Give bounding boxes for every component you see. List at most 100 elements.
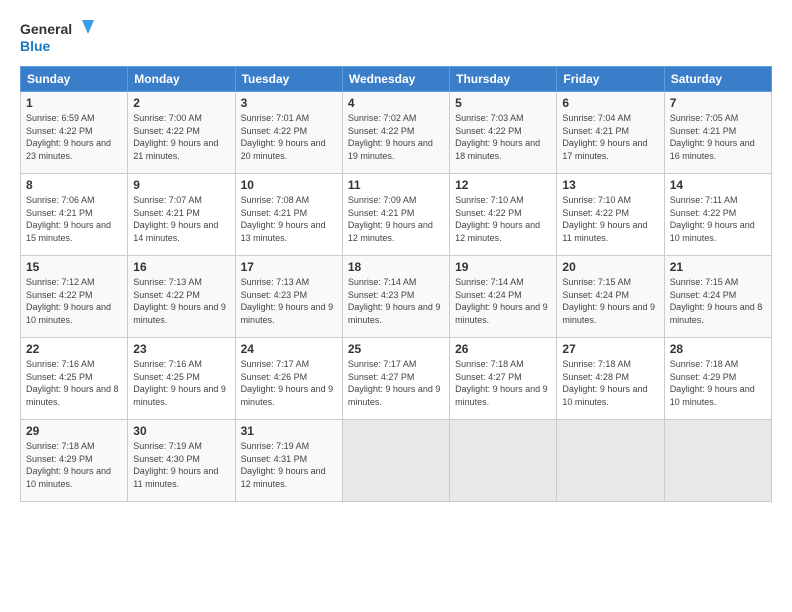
calendar: SundayMondayTuesdayWednesdayThursdayFrid… [20, 66, 772, 502]
day-info: Sunrise: 7:02 AM Sunset: 4:22 PM Dayligh… [348, 112, 444, 162]
day-cell: 14 Sunrise: 7:11 AM Sunset: 4:22 PM Dayl… [664, 174, 771, 256]
header-cell-friday: Friday [557, 67, 664, 92]
day-number: 15 [26, 260, 122, 274]
header-row: SundayMondayTuesdayWednesdayThursdayFrid… [21, 67, 772, 92]
day-number: 2 [133, 96, 229, 110]
day-cell: 11 Sunrise: 7:09 AM Sunset: 4:21 PM Dayl… [342, 174, 449, 256]
day-number: 30 [133, 424, 229, 438]
day-info: Sunrise: 7:18 AM Sunset: 4:29 PM Dayligh… [670, 358, 766, 408]
day-number: 24 [241, 342, 337, 356]
day-info: Sunrise: 7:12 AM Sunset: 4:22 PM Dayligh… [26, 276, 122, 326]
day-cell: 12 Sunrise: 7:10 AM Sunset: 4:22 PM Dayl… [450, 174, 557, 256]
day-info: Sunrise: 7:16 AM Sunset: 4:25 PM Dayligh… [133, 358, 229, 408]
svg-text:General: General [20, 21, 72, 37]
day-cell: 7 Sunrise: 7:05 AM Sunset: 4:21 PM Dayli… [664, 92, 771, 174]
day-cell: 30 Sunrise: 7:19 AM Sunset: 4:30 PM Dayl… [128, 420, 235, 502]
day-info: Sunrise: 7:06 AM Sunset: 4:21 PM Dayligh… [26, 194, 122, 244]
day-number: 17 [241, 260, 337, 274]
day-cell: 20 Sunrise: 7:15 AM Sunset: 4:24 PM Dayl… [557, 256, 664, 338]
day-number: 29 [26, 424, 122, 438]
day-info: Sunrise: 7:17 AM Sunset: 4:27 PM Dayligh… [348, 358, 444, 408]
day-info: Sunrise: 7:17 AM Sunset: 4:26 PM Dayligh… [241, 358, 337, 408]
day-cell: 26 Sunrise: 7:18 AM Sunset: 4:27 PM Dayl… [450, 338, 557, 420]
day-info: Sunrise: 7:14 AM Sunset: 4:23 PM Dayligh… [348, 276, 444, 326]
header-cell-monday: Monday [128, 67, 235, 92]
week-row-4: 22 Sunrise: 7:16 AM Sunset: 4:25 PM Dayl… [21, 338, 772, 420]
day-info: Sunrise: 7:14 AM Sunset: 4:24 PM Dayligh… [455, 276, 551, 326]
day-cell: 10 Sunrise: 7:08 AM Sunset: 4:21 PM Dayl… [235, 174, 342, 256]
day-number: 10 [241, 178, 337, 192]
week-row-1: 1 Sunrise: 6:59 AM Sunset: 4:22 PM Dayli… [21, 92, 772, 174]
day-number: 31 [241, 424, 337, 438]
day-number: 5 [455, 96, 551, 110]
day-info: Sunrise: 7:04 AM Sunset: 4:21 PM Dayligh… [562, 112, 658, 162]
svg-text:Blue: Blue [20, 38, 51, 54]
day-cell: 16 Sunrise: 7:13 AM Sunset: 4:22 PM Dayl… [128, 256, 235, 338]
day-cell [450, 420, 557, 502]
day-number: 21 [670, 260, 766, 274]
day-cell: 4 Sunrise: 7:02 AM Sunset: 4:22 PM Dayli… [342, 92, 449, 174]
day-number: 13 [562, 178, 658, 192]
day-number: 14 [670, 178, 766, 192]
day-cell: 22 Sunrise: 7:16 AM Sunset: 4:25 PM Dayl… [21, 338, 128, 420]
header-cell-saturday: Saturday [664, 67, 771, 92]
logo-svg: General Blue [20, 16, 100, 58]
day-cell: 19 Sunrise: 7:14 AM Sunset: 4:24 PM Dayl… [450, 256, 557, 338]
day-number: 9 [133, 178, 229, 192]
day-number: 1 [26, 96, 122, 110]
day-cell: 17 Sunrise: 7:13 AM Sunset: 4:23 PM Dayl… [235, 256, 342, 338]
day-number: 11 [348, 178, 444, 192]
day-number: 27 [562, 342, 658, 356]
week-row-5: 29 Sunrise: 7:18 AM Sunset: 4:29 PM Dayl… [21, 420, 772, 502]
day-info: Sunrise: 7:05 AM Sunset: 4:21 PM Dayligh… [670, 112, 766, 162]
day-info: Sunrise: 7:11 AM Sunset: 4:22 PM Dayligh… [670, 194, 766, 244]
day-number: 26 [455, 342, 551, 356]
day-info: Sunrise: 7:18 AM Sunset: 4:28 PM Dayligh… [562, 358, 658, 408]
day-info: Sunrise: 7:08 AM Sunset: 4:21 PM Dayligh… [241, 194, 337, 244]
day-info: Sunrise: 6:59 AM Sunset: 4:22 PM Dayligh… [26, 112, 122, 162]
header-cell-wednesday: Wednesday [342, 67, 449, 92]
day-cell: 18 Sunrise: 7:14 AM Sunset: 4:23 PM Dayl… [342, 256, 449, 338]
day-cell: 21 Sunrise: 7:15 AM Sunset: 4:24 PM Dayl… [664, 256, 771, 338]
day-info: Sunrise: 7:00 AM Sunset: 4:22 PM Dayligh… [133, 112, 229, 162]
day-number: 18 [348, 260, 444, 274]
day-number: 16 [133, 260, 229, 274]
day-cell: 29 Sunrise: 7:18 AM Sunset: 4:29 PM Dayl… [21, 420, 128, 502]
day-cell: 9 Sunrise: 7:07 AM Sunset: 4:21 PM Dayli… [128, 174, 235, 256]
day-number: 20 [562, 260, 658, 274]
day-info: Sunrise: 7:09 AM Sunset: 4:21 PM Dayligh… [348, 194, 444, 244]
day-number: 6 [562, 96, 658, 110]
day-number: 12 [455, 178, 551, 192]
week-row-2: 8 Sunrise: 7:06 AM Sunset: 4:21 PM Dayli… [21, 174, 772, 256]
day-number: 7 [670, 96, 766, 110]
day-cell: 6 Sunrise: 7:04 AM Sunset: 4:21 PM Dayli… [557, 92, 664, 174]
day-info: Sunrise: 7:13 AM Sunset: 4:22 PM Dayligh… [133, 276, 229, 326]
header-cell-thursday: Thursday [450, 67, 557, 92]
page: General Blue SundayMondayTuesdayWednesda… [0, 0, 792, 612]
day-info: Sunrise: 7:16 AM Sunset: 4:25 PM Dayligh… [26, 358, 122, 408]
day-cell: 13 Sunrise: 7:10 AM Sunset: 4:22 PM Dayl… [557, 174, 664, 256]
day-number: 28 [670, 342, 766, 356]
day-info: Sunrise: 7:03 AM Sunset: 4:22 PM Dayligh… [455, 112, 551, 162]
day-info: Sunrise: 7:10 AM Sunset: 4:22 PM Dayligh… [562, 194, 658, 244]
day-cell [342, 420, 449, 502]
day-cell: 28 Sunrise: 7:18 AM Sunset: 4:29 PM Dayl… [664, 338, 771, 420]
day-cell: 23 Sunrise: 7:16 AM Sunset: 4:25 PM Dayl… [128, 338, 235, 420]
calendar-body: 1 Sunrise: 6:59 AM Sunset: 4:22 PM Dayli… [21, 92, 772, 502]
day-cell [557, 420, 664, 502]
day-cell: 3 Sunrise: 7:01 AM Sunset: 4:22 PM Dayli… [235, 92, 342, 174]
day-cell: 24 Sunrise: 7:17 AM Sunset: 4:26 PM Dayl… [235, 338, 342, 420]
day-cell: 8 Sunrise: 7:06 AM Sunset: 4:21 PM Dayli… [21, 174, 128, 256]
day-cell: 27 Sunrise: 7:18 AM Sunset: 4:28 PM Dayl… [557, 338, 664, 420]
day-number: 4 [348, 96, 444, 110]
day-number: 8 [26, 178, 122, 192]
day-info: Sunrise: 7:07 AM Sunset: 4:21 PM Dayligh… [133, 194, 229, 244]
header: General Blue [20, 16, 772, 58]
header-cell-sunday: Sunday [21, 67, 128, 92]
day-cell [664, 420, 771, 502]
day-info: Sunrise: 7:15 AM Sunset: 4:24 PM Dayligh… [562, 276, 658, 326]
day-info: Sunrise: 7:10 AM Sunset: 4:22 PM Dayligh… [455, 194, 551, 244]
day-cell: 31 Sunrise: 7:19 AM Sunset: 4:31 PM Dayl… [235, 420, 342, 502]
day-info: Sunrise: 7:01 AM Sunset: 4:22 PM Dayligh… [241, 112, 337, 162]
day-number: 25 [348, 342, 444, 356]
